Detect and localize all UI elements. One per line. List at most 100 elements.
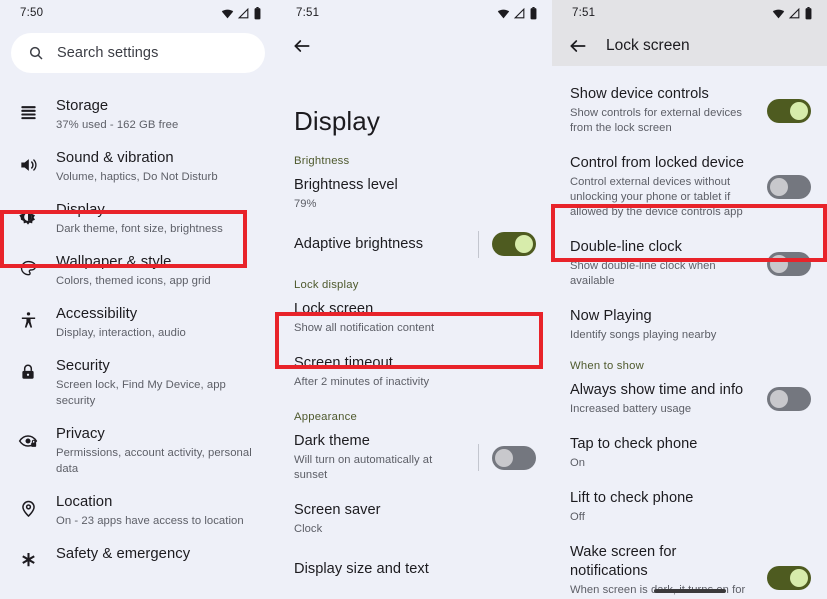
divider — [478, 444, 479, 471]
status-icons — [772, 6, 813, 20]
sidebar-item-wallpaper-style[interactable]: Wallpaper & style Colors, themed icons, … — [0, 244, 276, 296]
sidebar-item-subtitle: 37% used - 162 GB free — [56, 119, 179, 131]
sidebar-item-label: Display — [56, 202, 105, 218]
back-button-display[interactable] — [276, 26, 552, 66]
sidebar-item-security[interactable]: Security Screen lock, Find My Device, ap… — [0, 348, 276, 416]
section-header-appearance: Appearance — [294, 411, 357, 423]
signal-icon — [513, 7, 525, 18]
toggle-double-line-clock[interactable] — [767, 251, 811, 276]
pref-subtitle: Increased battery usage — [570, 403, 692, 415]
sidebar-item-subtitle: On - 23 apps have access to location — [56, 515, 244, 527]
wifi-icon — [221, 9, 234, 18]
back-arrow-icon — [294, 40, 310, 52]
toggle-knob — [790, 569, 808, 587]
lock-screen-toolbar: Lock screen — [552, 26, 827, 66]
sidebar-item-label: Accessibility — [56, 306, 138, 322]
toggle-wrap — [478, 444, 536, 471]
wifi-icon — [497, 9, 510, 18]
status-icons — [221, 6, 262, 20]
sidebar-item-label: Wallpaper & style — [56, 254, 172, 270]
pref-lock-screen[interactable]: Lock screen Show all notification conten… — [276, 291, 552, 345]
pref-title: Dark theme — [294, 433, 370, 449]
pref-title: Lock screen — [294, 301, 374, 317]
pref-subtitle: After 2 minutes of inactivity — [294, 376, 430, 388]
panel-settings: 7:50 Search settings Storage 37% used - … — [0, 0, 276, 599]
search-icon — [29, 46, 43, 60]
page-title: Display — [294, 106, 380, 136]
sidebar-item-safety-emergency[interactable]: Safety & emergency — [0, 536, 276, 584]
section-header-brightness: Brightness — [294, 155, 350, 167]
pref-display-size-and-text[interactable]: Display size and text — [276, 546, 552, 592]
sidebar-item-location[interactable]: Location On - 23 apps have access to loc… — [0, 484, 276, 536]
toggle-wrap — [478, 230, 536, 258]
wallpaper-icon — [16, 259, 40, 278]
header-title: Lock screen — [606, 37, 690, 54]
pref-tap-to-check-phone[interactable]: Tap to check phone On — [552, 426, 827, 480]
toggle-knob — [770, 390, 788, 408]
pref-double-line-clock[interactable]: Double-line clock Show double-line clock… — [552, 229, 827, 298]
status-icons — [497, 6, 538, 20]
pref-title: Wake screen for notifications — [570, 544, 677, 579]
pref-subtitle: On — [570, 457, 586, 469]
status-bar-display: 7:51 — [276, 0, 552, 26]
sidebar-item-subtitle: Colors, themed icons, app grid — [56, 275, 211, 287]
toggle-control-from-locked-device[interactable] — [767, 175, 811, 199]
pref-subtitle: Control external devices without unlocki… — [570, 176, 743, 218]
toggle-wake-screen-for-notifications[interactable] — [767, 566, 811, 590]
pref-subtitle: 79% — [294, 198, 317, 210]
status-time: 7:51 — [572, 7, 596, 19]
sound-icon — [16, 155, 40, 175]
pref-title: Screen timeout — [294, 355, 393, 371]
sidebar-item-privacy[interactable]: Privacy Permissions, account activity, p… — [0, 416, 276, 484]
panel-lock-screen: 7:51 Lock screen Show device controls Sh… — [552, 0, 827, 599]
wifi-icon — [772, 9, 785, 18]
toggle-always-show-time-and-info[interactable] — [767, 387, 811, 411]
sidebar-item-storage[interactable]: Storage 37% used - 162 GB free — [0, 88, 276, 140]
pref-adaptive-brightness[interactable]: Adaptive brightness — [276, 221, 552, 267]
privacy-eye-icon — [16, 431, 40, 451]
pref-dark-theme[interactable]: Dark theme Will turn on automatically at… — [276, 423, 552, 492]
sidebar-item-label: Storage — [56, 98, 109, 114]
search-input[interactable]: Search settings — [11, 33, 265, 73]
toggle-adaptive-brightness[interactable] — [492, 232, 536, 256]
battery-icon — [805, 6, 812, 19]
location-pin-icon — [16, 499, 40, 518]
battery-icon — [254, 6, 261, 19]
pref-subtitle: Off — [570, 511, 585, 523]
section-header-lock-display: Lock display — [294, 279, 359, 291]
pref-title: Always show time and info — [570, 382, 744, 398]
pref-screen-saver[interactable]: Screen saver Clock — [276, 492, 552, 546]
pref-subtitle: Will turn on automatically at sunset — [294, 454, 433, 481]
pref-now-playing[interactable]: Now Playing Identify songs playing nearb… — [552, 298, 827, 352]
sidebar-item-sound-vibration[interactable]: Sound & vibration Volume, haptics, Do No… — [0, 140, 276, 192]
pref-lift-to-check-phone[interactable]: Lift to check phone Off — [552, 480, 827, 534]
pref-subtitle: Show double-line clock when available — [570, 260, 716, 287]
toggle-knob — [770, 178, 788, 196]
sidebar-item-display[interactable]: Display Dark theme, font size, brightnes… — [0, 192, 276, 244]
pref-subtitle: Clock — [294, 523, 323, 535]
sidebar-item-accessibility[interactable]: Accessibility Display, interaction, audi… — [0, 296, 276, 348]
toggle-show-device-controls[interactable] — [767, 98, 811, 123]
sidebar-item-subtitle: Screen lock, Find My Device, app securit… — [56, 379, 226, 407]
sidebar-item-label: Sound & vibration — [56, 150, 174, 166]
battery-icon — [530, 6, 537, 19]
pref-title: Double-line clock — [570, 239, 682, 255]
back-button-lock-screen[interactable] — [568, 36, 588, 56]
pref-always-show-time-and-info[interactable]: Always show time and info Increased batt… — [552, 372, 827, 426]
toggle-dark-theme[interactable] — [492, 445, 536, 470]
safety-asterisk-icon — [16, 551, 40, 570]
storage-icon — [16, 103, 40, 122]
pref-title: Control from locked device — [570, 155, 745, 171]
pref-brightness-level[interactable]: Brightness level 79% — [276, 167, 552, 221]
toggle-knob — [790, 101, 808, 120]
pref-show-device-controls[interactable]: Show device controls Show controls for e… — [552, 76, 827, 145]
pref-title: Lift to check phone — [570, 490, 694, 506]
status-time: 7:50 — [20, 7, 44, 19]
toggle-knob — [515, 235, 533, 253]
pref-screen-timeout[interactable]: Screen timeout After 2 minutes of inacti… — [276, 345, 552, 399]
status-time: 7:51 — [296, 7, 320, 19]
pref-control-from-locked-device[interactable]: Control from locked device Control exter… — [552, 145, 827, 229]
toggle-knob — [770, 254, 788, 273]
pref-title: Now Playing — [570, 308, 652, 324]
toggle-knob — [495, 448, 513, 467]
